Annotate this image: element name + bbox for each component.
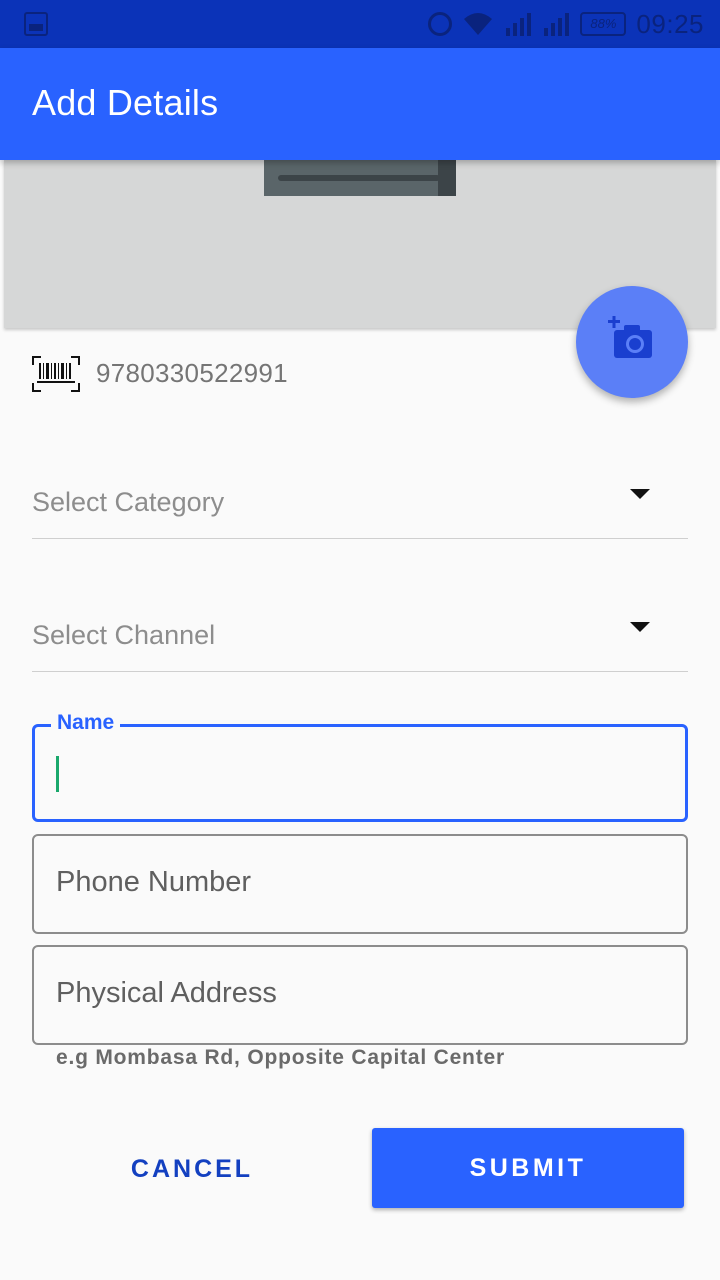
barcode-scan-icon <box>32 356 80 392</box>
cancel-button[interactable]: CANCEL <box>36 1130 348 1208</box>
status-icons: 88% 09:25 <box>428 8 704 40</box>
alarm-icon <box>428 12 453 36</box>
channel-dropdown[interactable]: Select Channel <box>32 602 688 672</box>
battery-icon: 88% <box>580 12 627 36</box>
name-field-label: Name <box>51 711 121 735</box>
app-bar: Add Details <box>0 48 720 160</box>
text-cursor <box>56 756 59 792</box>
page-title: Add Details <box>32 82 219 123</box>
category-dropdown[interactable]: Select Category <box>32 469 688 539</box>
physical-address-placeholder: Physical Address <box>56 977 277 1009</box>
submit-button[interactable]: SUBMIT <box>372 1128 684 1208</box>
dropdown-arrow-icon <box>630 622 650 632</box>
address-helper-text: e.g Mombasa Rd, Opposite Capital Center <box>56 1046 505 1069</box>
dropdown-arrow-icon <box>630 489 650 499</box>
channel-dropdown-label: Select Channel <box>32 620 216 650</box>
phone-number-field[interactable]: Phone Number <box>32 834 688 934</box>
status-time: 09:25 <box>636 8 704 39</box>
category-dropdown-label: Select Category <box>32 487 225 517</box>
status-bar: 88% 09:25 <box>0 0 720 48</box>
add-photo-icon <box>608 315 656 369</box>
add-photo-button[interactable] <box>576 286 688 398</box>
captured-image <box>264 160 456 196</box>
signal-icon-2 <box>542 12 570 36</box>
wifi-icon <box>462 11 494 37</box>
signal-icon <box>504 12 532 36</box>
name-field[interactable]: Name <box>32 711 688 822</box>
gallery-notification-icon <box>24 12 48 36</box>
phone-number-placeholder: Phone Number <box>56 866 252 898</box>
physical-address-field[interactable]: Physical Address <box>32 945 688 1045</box>
barcode-value: 9780330522991 <box>96 358 288 388</box>
